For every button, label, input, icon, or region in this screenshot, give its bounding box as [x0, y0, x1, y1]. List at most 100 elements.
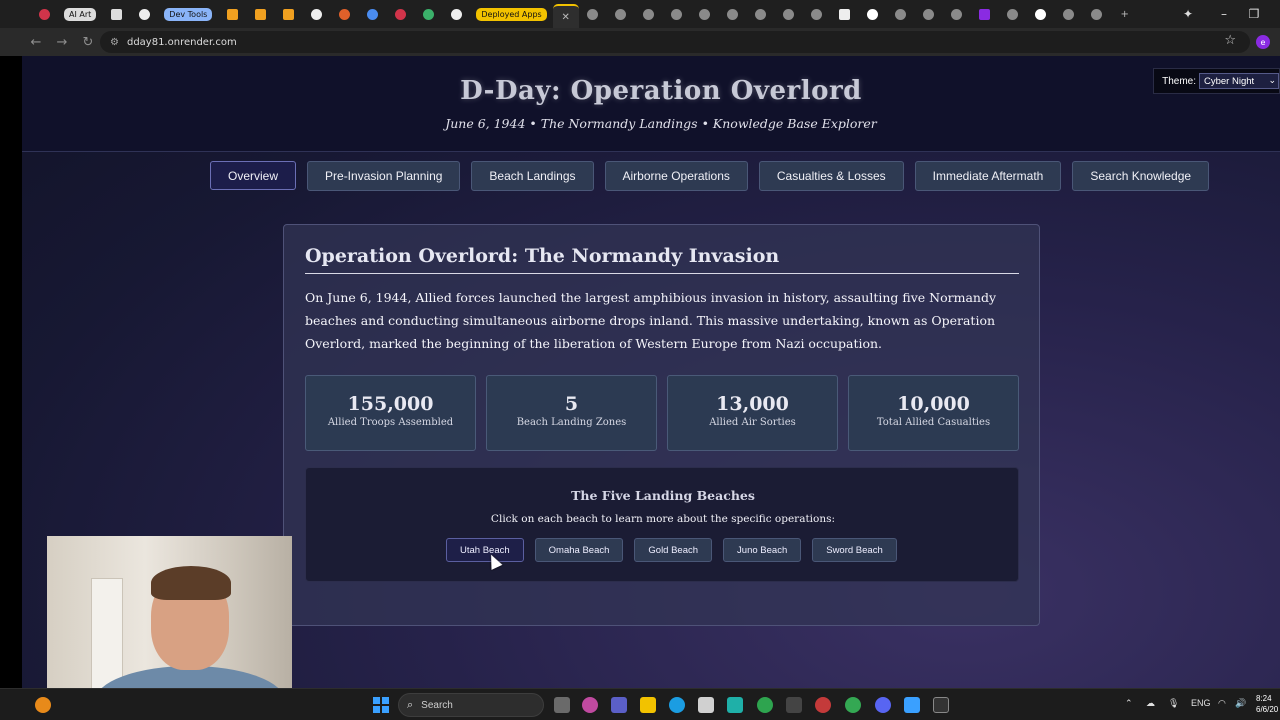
tab-favicon-icon[interactable]	[302, 4, 330, 24]
tab-favicon-icon[interactable]	[607, 4, 635, 24]
tab-favicon-icon[interactable]	[386, 4, 414, 24]
beach-button-row: Utah Beach Omaha Beach Gold Beach Juno B…	[446, 538, 908, 562]
forward-arrow-icon[interactable]: →	[50, 30, 74, 54]
tab-favicon-icon[interactable]	[1027, 4, 1055, 24]
section-heading: Operation Overlord: The Normandy Invasio…	[305, 245, 1019, 274]
tab-group-deployed-apps[interactable]: Deployed Apps	[476, 7, 547, 21]
cloud-icon[interactable]: ☁	[1146, 698, 1155, 709]
url-field[interactable]: ⚙ dday81.onrender.com	[100, 31, 1250, 53]
weather-icon[interactable]	[35, 697, 51, 713]
terminal-icon[interactable]	[933, 697, 949, 713]
url-text[interactable]: dday81.onrender.com	[127, 37, 237, 48]
taskbar-search-input[interactable]: ⌕ Search	[398, 693, 544, 717]
edge-browser-icon[interactable]	[669, 697, 685, 713]
bookmark-star-icon[interactable]: ☆	[1224, 33, 1236, 48]
back-arrow-icon[interactable]: ←	[24, 30, 48, 54]
minimize-icon[interactable]: –	[1208, 0, 1240, 28]
tab-favicon-icon[interactable]	[971, 4, 999, 24]
juno-beach-button[interactable]: Juno Beach	[723, 538, 802, 562]
copilot-icon[interactable]	[582, 697, 598, 713]
restore-window-icon[interactable]: ❐	[1238, 0, 1270, 28]
tab-favicon-icon[interactable]	[246, 4, 274, 24]
app-icon[interactable]	[757, 697, 773, 713]
reload-icon[interactable]: ↻	[76, 30, 100, 54]
tab-favicon-icon[interactable]	[1083, 4, 1111, 24]
clock[interactable]: 8:24 6/6/20	[1256, 693, 1280, 715]
stats-row: 155,000 Allied Troops Assembled 5 Beach …	[305, 375, 1029, 451]
tab-favicon-icon[interactable]	[803, 4, 831, 24]
new-tab-plus-icon[interactable]: +	[1111, 4, 1139, 24]
volume-icon[interactable]: 🔊	[1235, 698, 1246, 709]
file-explorer-icon[interactable]	[640, 697, 656, 713]
tab-favicon-icon[interactable]	[1055, 4, 1083, 24]
active-tab-close-icon[interactable]: ✕	[552, 4, 579, 28]
wifi-icon[interactable]: ◠	[1218, 698, 1226, 709]
chrome-browser-icon[interactable]	[845, 697, 861, 713]
tab-favicon-icon[interactable]	[915, 4, 943, 24]
utah-beach-button[interactable]: Utah Beach	[446, 538, 524, 562]
tab-favicon-icon[interactable]	[691, 4, 719, 24]
tab-favicon-icon[interactable]	[442, 4, 470, 24]
gold-beach-button[interactable]: Gold Beach	[634, 538, 713, 562]
tab-favicon-icon[interactable]	[719, 4, 747, 24]
omaha-beach-button[interactable]: Omaha Beach	[534, 538, 624, 562]
page-title: D-Day: Operation Overlord	[460, 76, 862, 106]
site-settings-icon[interactable]: ⚙	[110, 37, 119, 48]
tab-overview[interactable]: Overview	[210, 161, 297, 190]
stat-card: 155,000 Allied Troops Assembled	[305, 375, 476, 451]
tab-favicon-icon[interactable]	[943, 4, 971, 24]
sword-beach-button[interactable]: Sword Beach	[812, 538, 897, 562]
tab-favicon-icon[interactable]	[274, 4, 302, 24]
tab-favicon-icon[interactable]	[775, 4, 803, 24]
landing-beaches-panel: The Five Landing Beaches Click on each b…	[305, 467, 1019, 582]
tab-group-dev-tools[interactable]: Dev Tools	[164, 7, 213, 21]
tab-favicon-icon[interactable]	[414, 4, 442, 24]
tab-beach-landings[interactable]: Beach Landings	[471, 161, 594, 191]
teams-icon[interactable]	[611, 697, 627, 713]
stat-label: Beach Landing Zones	[516, 417, 627, 428]
tab-search-knowledge[interactable]: Search Knowledge	[1072, 161, 1210, 191]
tab-favicon-icon[interactable]	[102, 4, 130, 24]
webcam-person-hair	[151, 566, 231, 600]
left-gutter	[0, 56, 22, 688]
tab-favicon-icon[interactable]	[999, 4, 1027, 24]
tab-favicon-icon[interactable]	[831, 4, 859, 24]
tab-favicon-icon[interactable]	[887, 4, 915, 24]
tab-favicon-icon[interactable]	[218, 4, 246, 24]
tab-favicon-icon[interactable]	[663, 4, 691, 24]
notepad-icon[interactable]	[904, 697, 920, 713]
tab-favicon-icon[interactable]	[579, 4, 607, 24]
app-icon[interactable]	[786, 697, 802, 713]
tab-favicon-icon[interactable]	[859, 4, 887, 24]
tab-favicon-icon[interactable]	[130, 4, 158, 24]
language-indicator[interactable]: ENG	[1191, 698, 1211, 708]
task-view-icon[interactable]	[554, 697, 570, 713]
stat-value: 10,000	[897, 393, 970, 415]
theme-select[interactable]: Cyber Night ⌄	[1199, 73, 1279, 89]
ai-sparkle-icon[interactable]: ✦	[1172, 0, 1204, 28]
stat-label: Allied Air Sorties	[709, 417, 796, 428]
app-icon[interactable]	[815, 697, 831, 713]
start-windows-icon[interactable]	[373, 697, 389, 713]
tab-favicon-icon[interactable]	[747, 4, 775, 24]
tab-favicon-icon[interactable]	[330, 4, 358, 24]
search-icon: ⌕	[407, 698, 414, 711]
tab-airborne-operations[interactable]: Airborne Operations	[604, 161, 748, 191]
microphone-icon[interactable]: 🎙	[1168, 698, 1179, 709]
tab-favicon-icon[interactable]	[635, 4, 663, 24]
stat-value: 155,000	[347, 393, 434, 415]
tab-group-ai-art[interactable]: AI Art	[64, 7, 97, 21]
tab-casualties-losses[interactable]: Casualties & Losses	[758, 161, 904, 191]
tray-overflow-chevron-icon[interactable]: ⌃	[1125, 698, 1133, 709]
profile-avatar-icon[interactable]: e	[1256, 35, 1270, 49]
store-icon[interactable]	[698, 697, 714, 713]
theme-label: Theme:	[1162, 75, 1196, 87]
app-icon[interactable]	[727, 697, 743, 713]
tab-favicon-icon[interactable]	[358, 4, 386, 24]
theme-selected-value: Cyber Night	[1204, 75, 1255, 87]
tab-immediate-aftermath[interactable]: Immediate Aftermath	[914, 161, 1062, 191]
tab-favicon-icon[interactable]	[30, 4, 58, 24]
page-subtitle: June 6, 1944 • The Normandy Landings • K…	[445, 116, 877, 131]
discord-icon[interactable]	[875, 697, 891, 713]
tab-pre-invasion-planning[interactable]: Pre-Invasion Planning	[307, 161, 461, 191]
